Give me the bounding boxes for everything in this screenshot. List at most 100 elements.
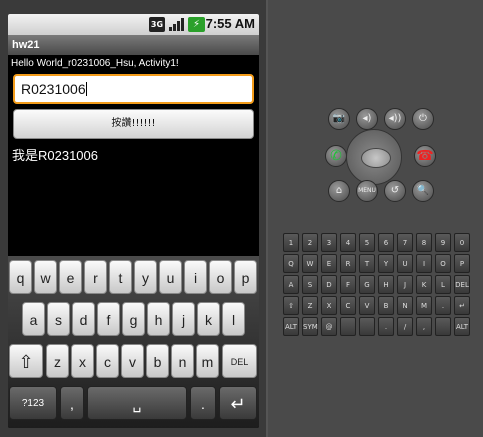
end-call-button[interactable]: ☎ bbox=[414, 145, 436, 167]
hw-key-row1-9[interactable]: 0 bbox=[454, 233, 470, 252]
key-j[interactable]: j bbox=[172, 302, 195, 336]
key-v[interactable]: v bbox=[121, 344, 144, 378]
hw-key-row2-4[interactable]: T bbox=[359, 254, 375, 273]
delete-key[interactable]: DEL bbox=[222, 344, 257, 378]
hw-key-row3-4[interactable]: G bbox=[359, 275, 375, 294]
shift-key[interactable]: ⇧ bbox=[9, 344, 43, 378]
hw-key-row4-9[interactable]: ↵ bbox=[454, 296, 470, 315]
hw-key-row3-0[interactable]: A bbox=[283, 275, 299, 294]
key-d[interactable]: d bbox=[72, 302, 95, 336]
hw-key-row3-2[interactable]: D bbox=[321, 275, 337, 294]
hw-key-row4-5[interactable]: B bbox=[378, 296, 394, 315]
hw-key-row3-5[interactable]: H bbox=[378, 275, 394, 294]
key-g[interactable]: g bbox=[122, 302, 145, 336]
hw-key-row4-7[interactable]: M bbox=[416, 296, 432, 315]
hw-key-row5-7[interactable]: , bbox=[416, 317, 432, 336]
key-q[interactable]: q bbox=[9, 260, 32, 294]
hw-key-row1-5[interactable]: 6 bbox=[378, 233, 394, 252]
power-button[interactable]: ⏻ bbox=[412, 108, 434, 130]
text-input[interactable]: R0231006 bbox=[13, 74, 254, 104]
camera-button[interactable]: 📷 bbox=[328, 108, 350, 130]
home-button[interactable]: ⌂ bbox=[328, 180, 350, 202]
status-time: 7:55 AM bbox=[205, 16, 255, 31]
key-k[interactable]: k bbox=[197, 302, 220, 336]
hw-key-row2-8[interactable]: O bbox=[435, 254, 451, 273]
key-t[interactable]: t bbox=[109, 260, 132, 294]
hw-key-row3-7[interactable]: K bbox=[416, 275, 432, 294]
symbols-key[interactable]: ?123 bbox=[9, 386, 57, 420]
volume-down-button[interactable]: ◂) bbox=[356, 108, 378, 130]
hw-key-row4-8[interactable]: . bbox=[435, 296, 451, 315]
volume-up-button[interactable]: ◂)) bbox=[384, 108, 406, 130]
hw-key-row3-3[interactable]: F bbox=[340, 275, 356, 294]
hw-key-row2-9[interactable]: P bbox=[454, 254, 470, 273]
hw-key-row2-7[interactable]: I bbox=[416, 254, 432, 273]
hw-key-row1-0[interactable]: 1 bbox=[283, 233, 299, 252]
hw-key-row3-8[interactable]: L bbox=[435, 275, 451, 294]
like-button[interactable]: 按讚!!!!!! bbox=[13, 109, 254, 139]
key-h[interactable]: h bbox=[147, 302, 170, 336]
hw-key-row2-6[interactable]: U bbox=[397, 254, 413, 273]
hw-key-row5-0[interactable]: ALT bbox=[283, 317, 299, 336]
hw-key-row3-6[interactable]: J bbox=[397, 275, 413, 294]
space-key[interactable]: ␣ bbox=[87, 386, 187, 420]
hw-key-row5-9[interactable]: ALT bbox=[454, 317, 470, 336]
key-n[interactable]: n bbox=[171, 344, 194, 378]
hw-key-row4-2[interactable]: X bbox=[321, 296, 337, 315]
hw-key-row2-2[interactable]: E bbox=[321, 254, 337, 273]
hw-key-row1-7[interactable]: 8 bbox=[416, 233, 432, 252]
key-x[interactable]: x bbox=[71, 344, 94, 378]
hw-key-row2-1[interactable]: W bbox=[302, 254, 318, 273]
back-button[interactable]: ↺ bbox=[384, 180, 406, 202]
hw-key-row4-6[interactable]: N bbox=[397, 296, 413, 315]
key-z[interactable]: z bbox=[46, 344, 69, 378]
hw-key-row1-8[interactable]: 9 bbox=[435, 233, 451, 252]
hw-key-row5-6[interactable]: / bbox=[397, 317, 413, 336]
dpad-center-button[interactable] bbox=[361, 148, 391, 168]
search-button[interactable]: 🔍 bbox=[412, 180, 434, 202]
key-l[interactable]: l bbox=[222, 302, 245, 336]
hw-key-row1-6[interactable]: 7 bbox=[397, 233, 413, 252]
period-key[interactable]: . bbox=[190, 386, 216, 420]
key-o[interactable]: o bbox=[209, 260, 232, 294]
enter-key[interactable]: ↵ bbox=[219, 386, 257, 420]
key-c[interactable]: c bbox=[96, 344, 119, 378]
hw-key-row1-4[interactable]: 5 bbox=[359, 233, 375, 252]
hw-key-row5-2[interactable]: @ bbox=[321, 317, 337, 336]
key-w[interactable]: w bbox=[34, 260, 57, 294]
key-m[interactable]: m bbox=[196, 344, 219, 378]
text-cursor bbox=[85, 82, 87, 96]
hw-key-row5-8[interactable] bbox=[435, 317, 451, 336]
comma-key[interactable]: , bbox=[60, 386, 84, 420]
dpad[interactable] bbox=[346, 129, 402, 185]
hw-key-row4-4[interactable]: V bbox=[359, 296, 375, 315]
hw-key-row2-5[interactable]: Y bbox=[378, 254, 394, 273]
hw-key-row2-0[interactable]: Q bbox=[283, 254, 299, 273]
hw-key-row4-3[interactable]: C bbox=[340, 296, 356, 315]
key-r[interactable]: r bbox=[84, 260, 107, 294]
key-f[interactable]: f bbox=[97, 302, 120, 336]
hello-text: Hello World_r0231006_Hsu, Activity1! bbox=[11, 58, 179, 69]
hw-key-row5-3[interactable] bbox=[340, 317, 356, 336]
hw-key-row1-3[interactable]: 4 bbox=[340, 233, 356, 252]
hw-key-row4-1[interactable]: Z bbox=[302, 296, 318, 315]
key-b[interactable]: b bbox=[146, 344, 169, 378]
key-e[interactable]: e bbox=[59, 260, 82, 294]
key-u[interactable]: u bbox=[159, 260, 182, 294]
key-y[interactable]: y bbox=[134, 260, 157, 294]
key-p[interactable]: p bbox=[234, 260, 257, 294]
menu-button[interactable]: MENU bbox=[356, 180, 378, 202]
hw-key-row5-5[interactable]: . bbox=[378, 317, 394, 336]
call-button[interactable]: ✆ bbox=[325, 145, 347, 167]
hw-key-row1-1[interactable]: 2 bbox=[302, 233, 318, 252]
hw-key-row5-4[interactable] bbox=[359, 317, 375, 336]
hw-key-row2-3[interactable]: R bbox=[340, 254, 356, 273]
hw-key-row4-0[interactable]: ⇧ bbox=[283, 296, 299, 315]
key-a[interactable]: a bbox=[22, 302, 45, 336]
key-i[interactable]: i bbox=[184, 260, 207, 294]
hw-key-row1-2[interactable]: 3 bbox=[321, 233, 337, 252]
hw-key-row3-9[interactable]: DEL bbox=[454, 275, 470, 294]
key-s[interactable]: s bbox=[47, 302, 70, 336]
hw-key-row5-1[interactable]: SYM bbox=[302, 317, 318, 336]
hw-key-row3-1[interactable]: S bbox=[302, 275, 318, 294]
